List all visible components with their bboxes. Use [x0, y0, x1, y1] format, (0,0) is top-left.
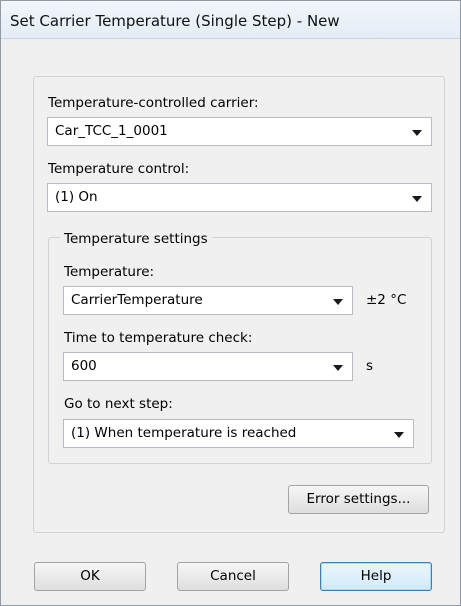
carrier-value: Car_TCC_1_0001: [55, 123, 168, 139]
carrier-select[interactable]: Car_TCC_1_0001: [47, 117, 432, 146]
temperature-control-value: (1) On: [55, 189, 98, 205]
chevron-down-icon: [394, 432, 404, 438]
help-button[interactable]: Help: [320, 562, 432, 591]
time-check-value: 600: [71, 358, 97, 374]
temperature-value: CarrierTemperature: [71, 292, 203, 308]
next-step-label: Go to next step:: [64, 396, 173, 412]
next-step-value: (1) When temperature is reached: [71, 425, 297, 441]
window-title: Set Carrier Temperature (Single Step) - …: [10, 12, 340, 30]
time-check-unit: s: [366, 358, 374, 374]
chevron-down-icon: [412, 130, 422, 136]
ok-button[interactable]: OK: [34, 562, 146, 591]
dialog-window: Set Carrier Temperature (Single Step) - …: [0, 0, 461, 606]
temperature-unit: ±2 °C: [366, 292, 407, 308]
time-check-select[interactable]: 600: [63, 352, 353, 381]
carrier-label: Temperature-controlled carrier:: [48, 95, 259, 111]
temperature-label: Temperature:: [64, 264, 155, 280]
temperature-control-select[interactable]: (1) On: [47, 183, 432, 212]
title-bar: Set Carrier Temperature (Single Step) - …: [1, 1, 460, 39]
chevron-down-icon: [333, 365, 343, 371]
next-step-select[interactable]: (1) When temperature is reached: [63, 419, 414, 448]
temperature-select[interactable]: CarrierTemperature: [63, 286, 353, 315]
cancel-button[interactable]: Cancel: [177, 562, 289, 591]
chevron-down-icon: [333, 299, 343, 305]
time-check-label: Time to temperature check:: [64, 330, 253, 346]
error-settings-button[interactable]: Error settings...: [288, 485, 429, 514]
temperature-control-label: Temperature control:: [48, 161, 190, 177]
chevron-down-icon: [412, 196, 422, 202]
temperature-settings-label: Temperature settings: [60, 231, 212, 247]
